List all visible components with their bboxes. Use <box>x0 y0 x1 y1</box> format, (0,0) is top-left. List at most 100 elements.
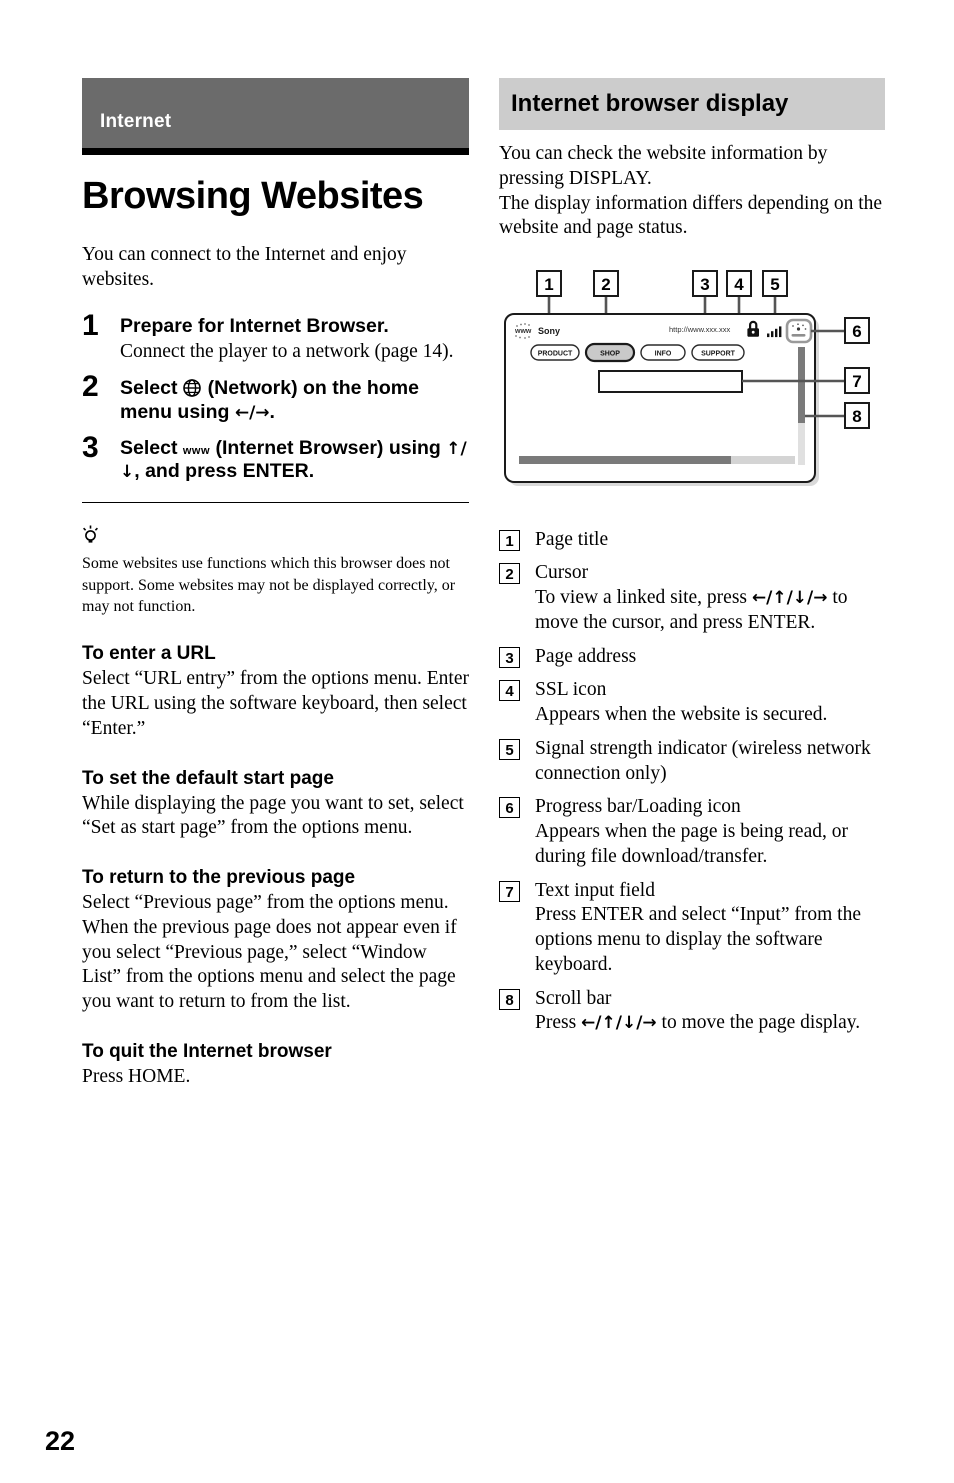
svg-text:PRODUCT: PRODUCT <box>538 350 573 357</box>
legend-desc-pre: To view a linked site, press <box>535 587 748 608</box>
callout-5: 5 <box>762 269 788 297</box>
right-intro-paragraph: You can check the website information by… <box>499 143 883 239</box>
step-heading-post: (Internet Browser) using <box>215 436 441 459</box>
step-heading: Select (Network) on the home menu using … <box>120 376 469 425</box>
svg-text:SUPPORT: SUPPORT <box>701 350 736 357</box>
text-input-field <box>598 369 743 393</box>
body-enter-url: Select “URL entry” from the options menu… <box>82 668 470 739</box>
step-number: 3 <box>82 430 99 464</box>
subheading-quit-browser: To quit the Internet browser <box>82 1040 332 1062</box>
callout-1: 1 <box>536 269 562 297</box>
legend-item-4: 4 SSL icon Appears when the website is s… <box>499 678 885 728</box>
body-quit-browser: Press HOME. <box>82 1065 191 1087</box>
tip-bulb-icon <box>82 525 469 548</box>
legend-number: 1 <box>499 529 520 551</box>
legend-title: Signal strength indicator (wireless netw… <box>535 737 871 784</box>
browser-display-diagram: www Sony http://www.xxx.xxx PRODUCT SHOP… <box>499 261 885 506</box>
svg-text:3: 3 <box>700 275 709 294</box>
callout-4: 4 <box>726 269 752 297</box>
legend-description: To view a linked site, press ←/↑/↓/→ to … <box>535 586 885 636</box>
legend-number: 2 <box>499 563 520 585</box>
callout-2: 2 <box>593 269 619 297</box>
intro-paragraph: You can connect to the Internet and enjo… <box>82 243 407 290</box>
svg-text:8: 8 <box>852 407 861 426</box>
svg-text:2: 2 <box>601 275 610 294</box>
step-2: 2 Select (Network) on the home menu usin… <box>82 371 469 425</box>
step-heading-pre: Select <box>120 436 178 459</box>
nav-button-support: SUPPORT <box>691 343 745 361</box>
arrow-keys-glyph: ←/→ <box>234 402 270 423</box>
legend-number: 8 <box>499 988 520 1010</box>
step-heading-pre: Select <box>120 376 178 399</box>
callout-7: 7 <box>844 366 870 394</box>
page-number: 22 <box>45 1426 76 1456</box>
svg-text:6: 6 <box>852 322 861 341</box>
legend-description: Appears when the page is being read, or … <box>535 821 848 867</box>
legend-item-3: 3 Page address <box>499 645 885 670</box>
legend-description: Appears when the website is secured. <box>535 704 828 725</box>
step-number: 2 <box>82 369 99 403</box>
step-heading-end: . <box>269 400 275 423</box>
section-banner: Internet <box>82 78 469 148</box>
legend-number: 7 <box>499 880 520 902</box>
legend-number: 6 <box>499 797 520 819</box>
nav-button-shop: SHOP <box>584 342 636 362</box>
legend-title: Page address <box>535 645 637 667</box>
legend-description: Press ←/↑/↓/→ to move the page display. <box>535 1011 885 1036</box>
step-body: Connect the player to a network (page 14… <box>120 340 454 362</box>
right-column: Internet browser display You can check t… <box>499 78 885 1045</box>
step-1: 1 Prepare for Internet Browser. Connect … <box>82 310 469 364</box>
legend-number: 3 <box>499 646 520 668</box>
legend-item-6: 6 Progress bar/Loading icon Appears when… <box>499 795 885 869</box>
legend-title: Progress bar/Loading icon <box>535 796 741 818</box>
nav-button-product: PRODUCT <box>530 343 580 361</box>
svg-text:http://www.xxx.xxx: http://www.xxx.xxx <box>669 325 731 334</box>
legend-title: Scroll bar <box>535 987 612 1009</box>
scrollbar-thumb <box>798 346 805 423</box>
legend-item-1: 1 Page title <box>499 528 885 553</box>
arrow-keys-glyph: ←/↑/↓/→ <box>751 588 828 608</box>
subheading-default-start-page: To set the default start page <box>82 767 334 789</box>
tip-text: Some websites use functions which this b… <box>82 555 456 615</box>
callout-6: 6 <box>844 316 870 344</box>
nav-button-info: INFO <box>640 343 686 361</box>
legend-title: Text input field <box>535 879 655 901</box>
svg-text:4: 4 <box>734 275 744 294</box>
step-heading-end: , and press ENTER. <box>134 460 315 483</box>
page-title: Browsing Websites <box>82 175 424 217</box>
legend-title: Cursor <box>535 562 589 584</box>
www-icon: www <box>182 444 211 457</box>
body-previous-page: Select “Previous page” from the options … <box>82 892 457 1013</box>
svg-text:7: 7 <box>852 372 861 391</box>
legend-number: 5 <box>499 738 520 760</box>
steps-divider <box>82 502 469 504</box>
arrow-keys-glyph: ←/↑/↓/→ <box>581 1013 657 1034</box>
svg-text:Sony: Sony <box>538 326 560 336</box>
loading-icon <box>785 318 813 343</box>
left-column: Internet Browsing Websites You can conne… <box>82 78 469 1109</box>
svg-text:1: 1 <box>544 275 553 294</box>
step-number: 1 <box>82 308 99 342</box>
subheading-previous-page: To return to the previous page <box>82 867 356 889</box>
legend-item-5: 5 Signal strength indicator (wireless ne… <box>499 737 885 787</box>
legend-desc-pre: Press <box>535 1012 577 1034</box>
svg-text:5: 5 <box>770 275 779 294</box>
svg-text:SHOP: SHOP <box>600 350 620 357</box>
legend-number: 4 <box>499 680 520 702</box>
legend-title: Page title <box>535 528 609 550</box>
step-heading: Select www (Internet Browser) using ↑/↓,… <box>120 437 469 485</box>
svg-text:INFO: INFO <box>655 350 672 357</box>
step-3: 3 Select www (Internet Browser) using ↑/… <box>82 432 469 485</box>
body-default-start-page: While displaying the page you want to se… <box>82 792 464 839</box>
step-heading: Prepare for Internet Browser. <box>120 314 389 337</box>
callout-3: 3 <box>692 269 718 297</box>
subheading-enter-url: To enter a URL <box>82 643 216 665</box>
section-banner-rule <box>82 148 469 155</box>
legend-title: SSL icon <box>535 679 607 701</box>
right-banner-title: Internet browser display <box>499 78 885 130</box>
legend-item-7: 7 Text input field Press ENTER and selec… <box>499 879 885 978</box>
diagram-legend: 1 Page title 2 Cursor To view a linked s… <box>499 528 885 1037</box>
legend-desc-post: to move the page display. <box>661 1012 861 1034</box>
steps-list: 1 Prepare for Internet Browser. Connect … <box>82 310 469 485</box>
legend-description: Press ENTER and select “Input” from the … <box>535 904 861 975</box>
